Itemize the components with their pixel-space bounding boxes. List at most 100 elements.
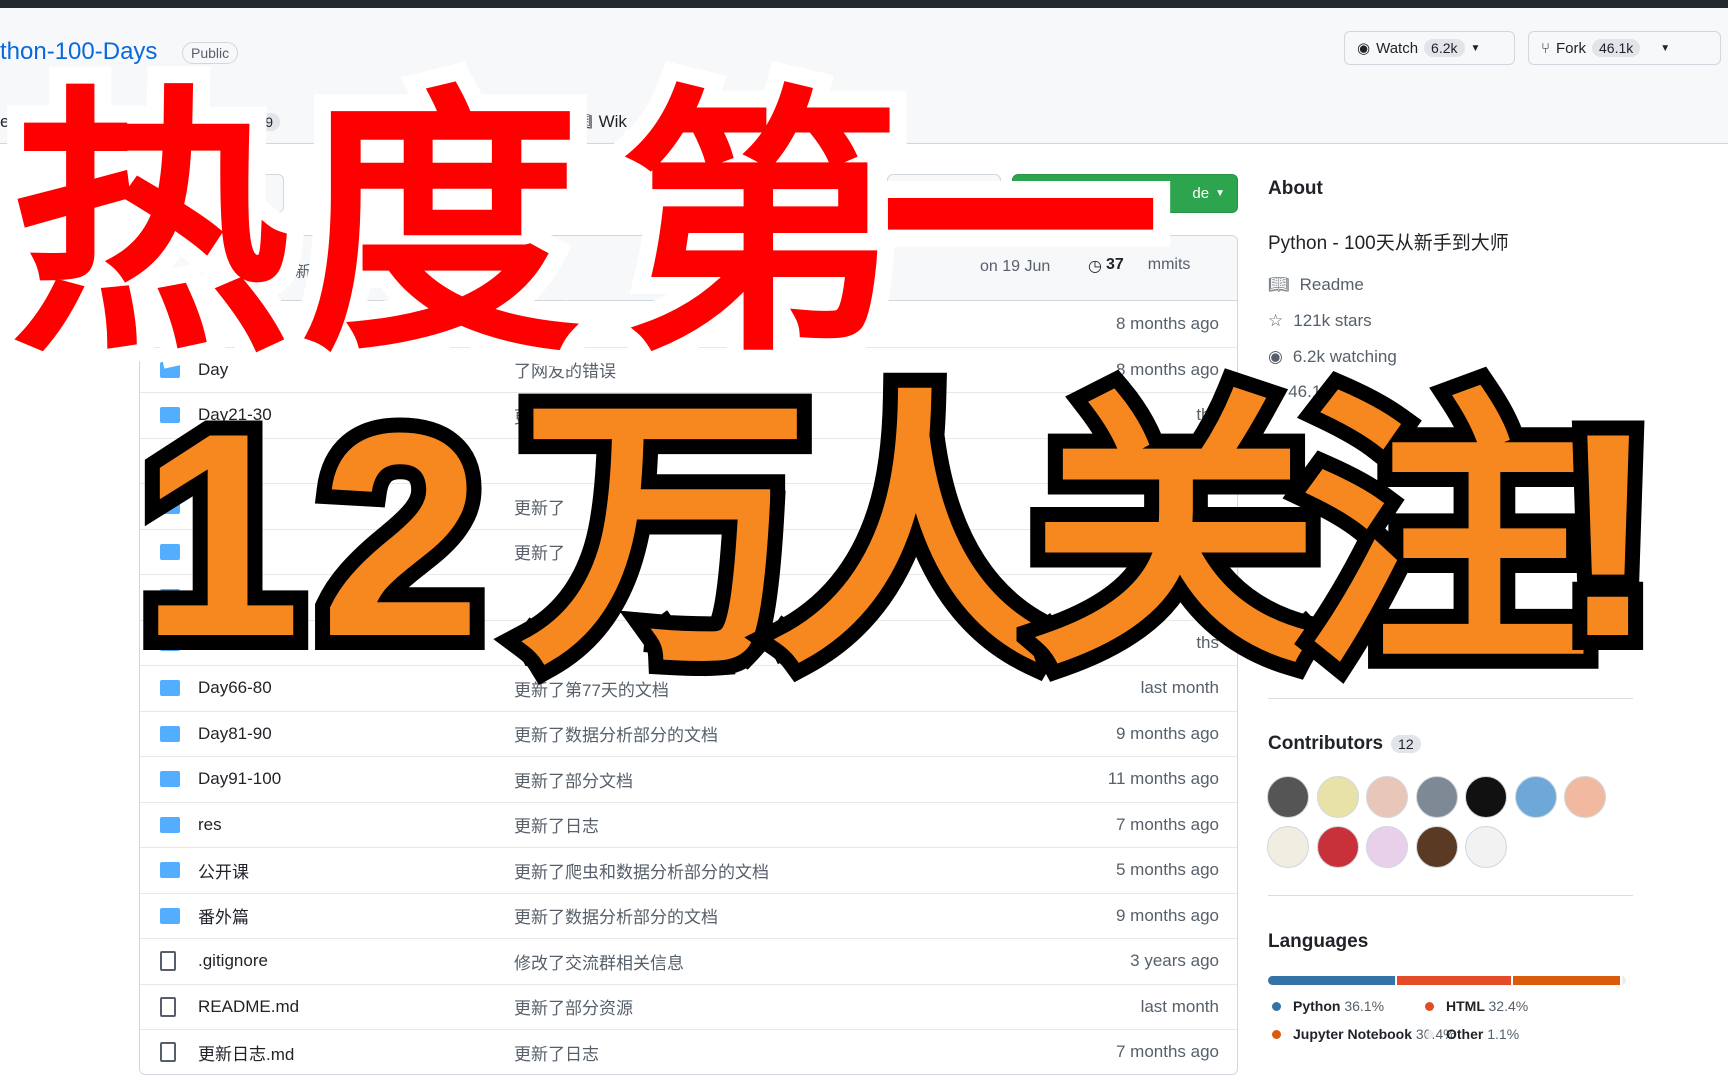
overlay-char: 热	[0, 61, 307, 390]
commit-time: last month	[1140, 996, 1219, 1016]
commit-message-link[interactable]: 修改了交流群相关信息	[514, 949, 684, 974]
commit-message-link[interactable]: 更新了日志	[514, 1040, 599, 1065]
file-row[interactable]: 更新日志.md 更新了日志 7 months ago	[140, 1029, 1237, 1074]
folder-icon	[160, 816, 180, 833]
commit-time: 5 months ago	[1115, 860, 1219, 880]
stars-label: 121k stars	[1293, 311, 1372, 330]
commit-message-link[interactable]: 更新了爬虫和数据分析部分的文档	[514, 858, 769, 883]
language-bar-segment	[1513, 976, 1621, 985]
commit-message-link[interactable]: 更新了部分文档	[514, 767, 633, 792]
file-row[interactable]: 公开课 更新了爬虫和数据分析部分的文档 5 months ago	[140, 847, 1237, 893]
overlay-char: 1	[125, 373, 316, 697]
file-row[interactable]: 番外篇 更新了数据分析部分的文档 9 months ago	[140, 892, 1237, 939]
language-legend-item[interactable]: HTML 32.4%	[1425, 998, 1528, 1014]
commit-message-link[interactable]: 更新了数据分析部分的文档	[514, 721, 718, 746]
contributor-avatar[interactable]	[1267, 826, 1309, 868]
folder-icon	[160, 725, 180, 742]
language-bar-segment	[1622, 976, 1626, 985]
file-row[interactable]: res 更新了日志 7 months ago	[140, 801, 1237, 848]
readme-label: Readme	[1299, 275, 1364, 294]
language-name: Other	[1446, 1026, 1484, 1042]
language-dot-icon	[1425, 1030, 1434, 1039]
watch-button[interactable]: ◉ Watch 6.2k ▼	[1344, 31, 1515, 65]
watching-link[interactable]: ◉ 6.2k watching	[1268, 347, 1397, 367]
language-legend-item[interactable]: Other 1.1%	[1425, 1026, 1519, 1042]
overlay-char: !	[1545, 373, 1671, 697]
contributor-avatar[interactable]	[1465, 776, 1507, 818]
file-name-link[interactable]: 更新日志.md	[198, 1040, 294, 1065]
readme-link[interactable]: 📖︎ Readme	[1268, 275, 1364, 295]
folder-icon	[160, 771, 180, 788]
language-name: Python	[1293, 998, 1341, 1014]
file-icon	[160, 1042, 176, 1063]
browser-top-bar	[0, 0, 1728, 8]
overlay-char: 人	[755, 373, 1075, 697]
file-name-link[interactable]: Day81-90	[198, 724, 272, 744]
code-label: de	[1192, 185, 1210, 202]
book-icon: 📖︎	[1268, 275, 1290, 294]
overlay-char: 第	[603, 61, 917, 390]
language-bar-segment	[1397, 976, 1512, 985]
commit-message-link[interactable]: 更新了部分资源	[514, 994, 633, 1019]
fork-label: Fork	[1556, 39, 1587, 57]
commit-message-link[interactable]: 更新了数据分析部分的文档	[514, 903, 718, 928]
commit-time: 7 months ago	[1115, 1042, 1219, 1062]
language-name: HTML	[1446, 998, 1485, 1014]
watch-count: 6.2k	[1424, 39, 1465, 57]
language-dot-icon	[1425, 1002, 1434, 1011]
contributor-avatar[interactable]	[1366, 776, 1408, 818]
star-icon: ☆	[1268, 311, 1284, 330]
contributor-avatar[interactable]	[1415, 826, 1458, 868]
contributor-avatar[interactable]	[1415, 776, 1458, 818]
file-row[interactable]: Day81-90 更新了数据分析部分的文档 9 months ago	[140, 710, 1237, 757]
file-name-link[interactable]: Day91-100	[198, 769, 281, 789]
language-bar-segment	[1268, 976, 1396, 985]
stars-link[interactable]: ☆ 121k stars	[1268, 311, 1372, 331]
contributor-avatar[interactable]	[1316, 776, 1359, 818]
file-name-link[interactable]: res	[198, 815, 222, 835]
file-name-link[interactable]: 公开课	[198, 858, 249, 883]
fork-count: 46.1k	[1592, 39, 1641, 57]
commit-time: 11 months ago	[1107, 769, 1219, 789]
language-percent: 36.1%	[1344, 998, 1385, 1014]
contributors-title: Contributors	[1268, 733, 1384, 754]
chevron-down-icon: ▼	[1660, 42, 1671, 54]
file-row[interactable]: .gitignore 修改了交流群相关信息 3 years ago	[140, 938, 1237, 984]
contributor-avatar[interactable]	[1267, 776, 1309, 818]
language-name: Jupyter Notebook	[1293, 1026, 1413, 1042]
language-legend-item[interactable]: Python 36.1%	[1272, 998, 1384, 1014]
overlay-char: 度	[283, 61, 597, 390]
contributor-avatar[interactable]	[1316, 826, 1359, 868]
overlay-char: 注	[1285, 373, 1605, 697]
folder-icon	[160, 907, 180, 924]
chevron-down-icon: ▼	[1215, 188, 1225, 199]
file-name-link[interactable]: 番外篇	[198, 903, 249, 928]
eye-icon: ◉	[1268, 347, 1283, 366]
contributor-avatar[interactable]	[1514, 776, 1557, 818]
contributor-avatar[interactable]	[1465, 826, 1507, 868]
language-percent: 1.1%	[1487, 1026, 1520, 1042]
commit-time: 3 years ago	[1130, 951, 1219, 971]
contributors-heading[interactable]: Contributors 12	[1268, 733, 1421, 755]
file-name-link[interactable]: README.md	[198, 997, 299, 1017]
file-row[interactable]: Day91-100 更新了部分文档 11 months ago	[140, 756, 1237, 802]
fork-button[interactable]: ⑂ Fork 46.1k ▼	[1528, 31, 1721, 65]
commit-time: 9 months ago	[1115, 905, 1219, 925]
watching-label: 6.2k watching	[1292, 347, 1397, 366]
divider	[1268, 895, 1633, 896]
contributor-avatar[interactable]	[1564, 776, 1606, 818]
eye-icon: ◉	[1357, 40, 1371, 57]
folder-icon	[160, 862, 180, 879]
language-dot-icon	[1272, 1002, 1281, 1011]
commit-message-link[interactable]: 更新了日志	[514, 812, 599, 837]
file-name-link[interactable]: .gitignore	[198, 951, 268, 971]
divider	[1268, 698, 1633, 699]
contributor-avatar[interactable]	[1366, 826, 1408, 868]
watch-label: Watch	[1376, 39, 1419, 57]
language-bar	[1268, 976, 1626, 985]
language-percent: 32.4%	[1488, 998, 1529, 1014]
commit-time: 9 months ago	[1115, 723, 1219, 743]
contributors-count: 12	[1391, 735, 1421, 753]
fork-icon: ⑂	[1541, 39, 1551, 57]
file-row[interactable]: README.md 更新了部分资源 last month	[140, 983, 1237, 1030]
